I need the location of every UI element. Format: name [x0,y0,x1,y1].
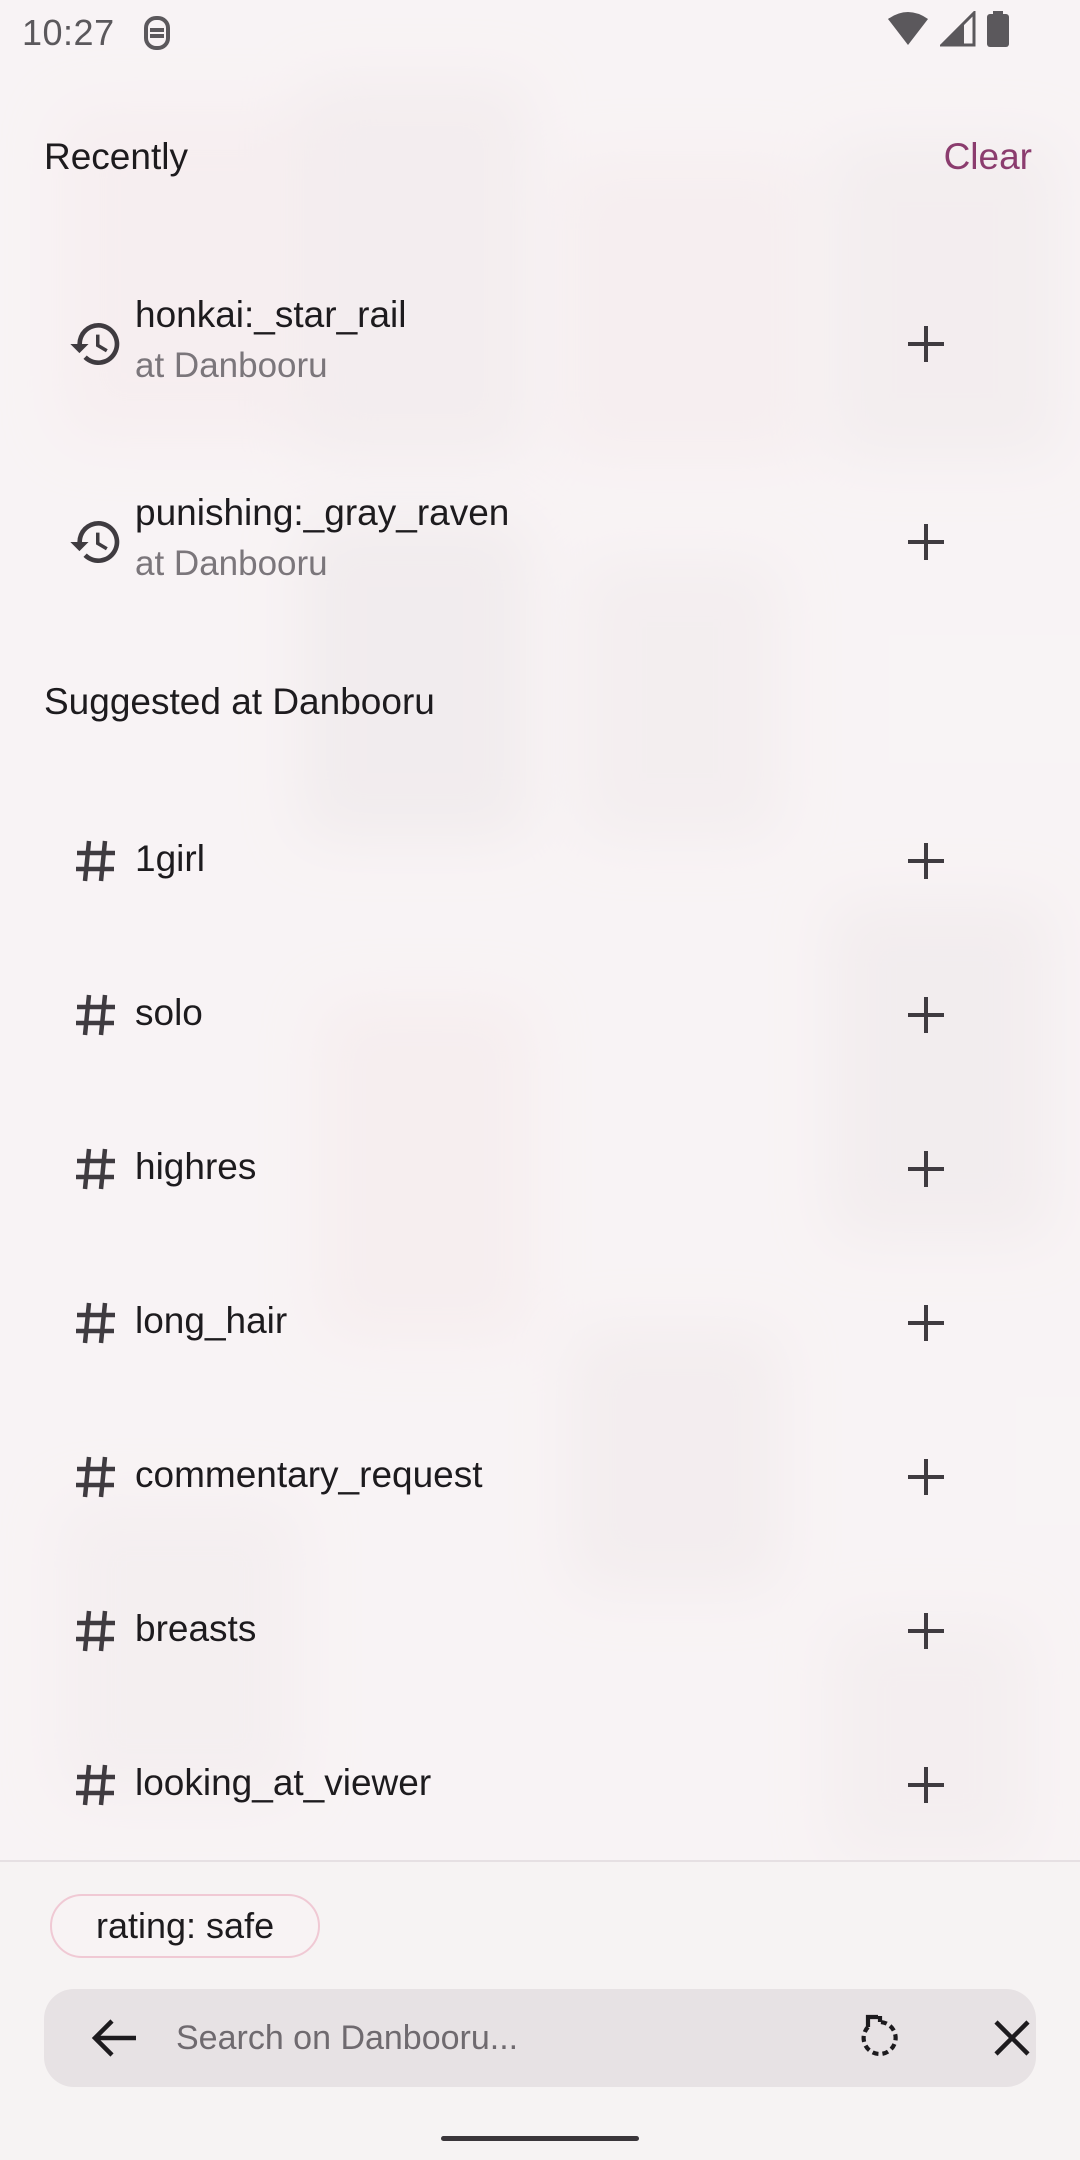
history-icon [66,512,126,572]
hashtag-icon [66,831,126,891]
add-tag-plus-icon[interactable] [896,1601,956,1661]
gesture-home-indicator[interactable] [441,2136,639,2141]
suggested-item-tag: solo [135,992,203,1033]
search-suggestions-list: Recently Clear honkai:_star_rail at Danb… [0,66,1080,1860]
reset-rotate-icon[interactable] [850,2008,910,2068]
recent-item-tag: honkai:_star_rail [135,294,407,335]
search-bar [44,1989,1036,2087]
recent-item-source: at Danbooru [135,346,328,385]
suggested-item[interactable]: 1girl [0,816,1080,906]
recent-item[interactable]: honkai:_star_rail at Danbooru [0,284,1080,404]
suggested-item[interactable]: looking_at_viewer [0,1740,1080,1830]
recent-item[interactable]: punishing:_gray_raven at Danbooru [0,482,1080,602]
close-icon[interactable] [982,2008,1042,2068]
cellular-signal-icon [938,8,976,56]
suggested-item[interactable]: highres [0,1124,1080,1214]
suggested-header: Suggested at Danbooru [44,681,1036,723]
status-time: 10:27 [22,12,115,53]
suggested-item[interactable]: long_hair [0,1278,1080,1368]
hashtag-icon [66,1139,126,1199]
recently-header: Recently Clear [44,130,1036,184]
add-tag-plus-icon[interactable] [896,831,956,891]
search-input[interactable] [176,2009,796,2067]
history-icon [66,314,126,374]
suggested-title: Suggested at Danbooru [44,681,435,722]
hashtag-icon [66,1601,126,1661]
add-tag-plus-icon[interactable] [896,1293,956,1353]
hashtag-icon [66,1755,126,1815]
suggested-item-tag: highres [135,1146,257,1187]
status-bar: 10:27 [0,0,1080,66]
add-tag-plus-icon[interactable] [896,985,956,1045]
suggested-item[interactable]: commentary_request [0,1432,1080,1522]
hashtag-icon [66,1447,126,1507]
add-tag-plus-icon[interactable] [896,314,956,374]
suggested-item[interactable]: breasts [0,1586,1080,1676]
suggested-item-tag: breasts [135,1608,257,1649]
back-arrow-icon[interactable] [84,2008,144,2068]
suggested-item-tag: commentary_request [135,1454,483,1495]
search-bottom-panel: rating: safe [0,1860,1080,2160]
battery-icon [986,10,1010,56]
recent-item-source: at Danbooru [135,544,328,583]
wifi-icon [886,11,930,56]
add-tag-plus-icon[interactable] [896,1447,956,1507]
add-tag-plus-icon[interactable] [896,512,956,572]
recent-item-tag: punishing:_gray_raven [135,492,510,533]
rating-filter-chip[interactable]: rating: safe [50,1894,321,1958]
suggested-item-tag: 1girl [135,838,205,879]
suggested-item[interactable]: solo [0,970,1080,1060]
add-tag-plus-icon[interactable] [896,1139,956,1199]
hashtag-icon [66,985,126,1045]
notification-app-icon [141,13,173,53]
clear-history-button[interactable]: Clear [940,130,1036,184]
suggested-item-tag: looking_at_viewer [135,1762,432,1803]
recently-title: Recently [44,136,188,177]
suggested-item-tag: long_hair [135,1300,288,1341]
add-tag-plus-icon[interactable] [896,1755,956,1815]
hashtag-icon [66,1293,126,1353]
